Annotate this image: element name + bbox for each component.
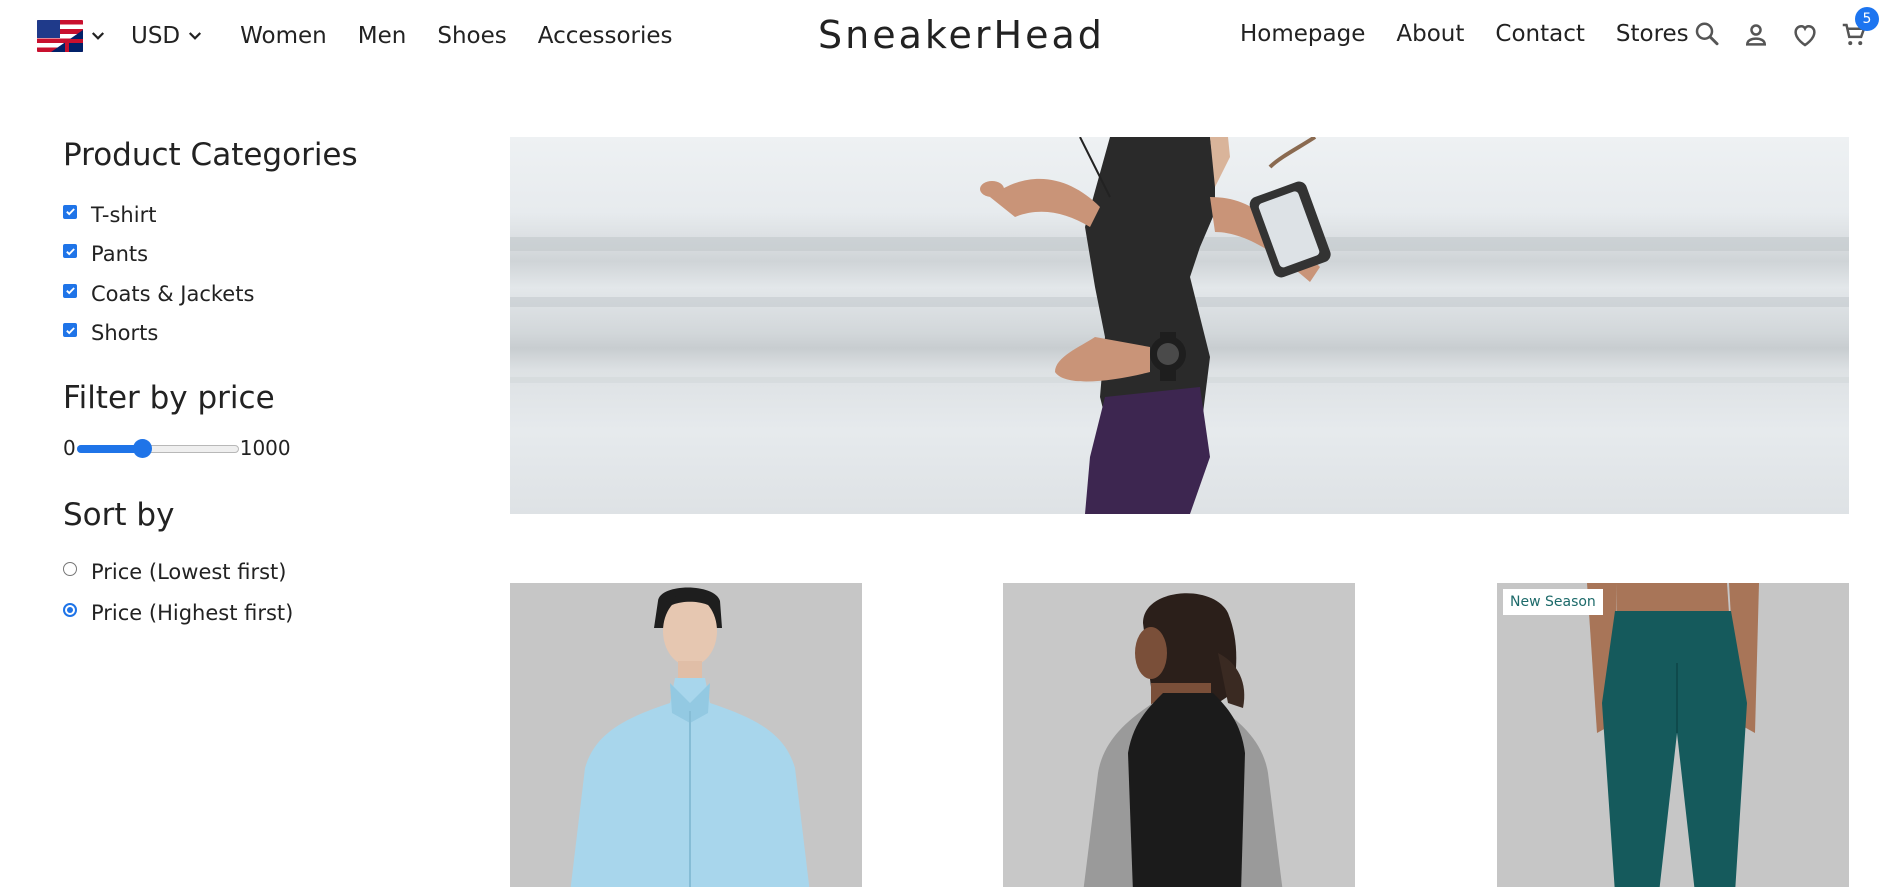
hero-banner-image (510, 137, 1849, 514)
cart-icon[interactable]: 5 (1839, 7, 1879, 50)
radio-selected[interactable] (63, 602, 77, 617)
nav-link-about[interactable]: About (1396, 21, 1464, 47)
language-selector[interactable] (37, 20, 107, 52)
nav-link-contact[interactable]: Contact (1495, 21, 1584, 47)
new-season-tag: New Season (1503, 589, 1603, 615)
sort-option-label: Price (Highest first) (91, 600, 294, 625)
radio-unselected[interactable] (63, 561, 77, 576)
running-woman-illustration (510, 137, 1849, 514)
product-grid: New Season (510, 583, 1849, 887)
checkbox-checked[interactable] (63, 244, 77, 259)
chevron-down-icon (91, 32, 105, 40)
checkbox-checked[interactable] (63, 204, 77, 219)
category-item-tshirt[interactable]: T-shirt (63, 195, 443, 235)
price-filter-title: Filter by price (63, 380, 275, 416)
checkbox-checked[interactable] (63, 283, 77, 298)
price-range-slider[interactable] (76, 438, 239, 458)
price-slider-row: 0 1000 (63, 436, 443, 460)
sort-options: Price (Lowest first) Price (Highest firs… (63, 551, 443, 633)
heart-icon[interactable] (1790, 20, 1820, 50)
sort-option-highest[interactable]: Price (Highest first) (63, 592, 443, 633)
sort-option-lowest[interactable]: Price (Lowest first) (63, 551, 443, 592)
category-nav: Women Men Shoes Accessories (240, 23, 672, 49)
category-label: T-shirt (91, 202, 157, 227)
chevron-down-icon (189, 32, 202, 40)
categories-title: Product Categories (63, 137, 358, 173)
filter-sidebar: Product Categories T-shirt Pants Coats &… (63, 137, 443, 633)
product-image-light-blue-jacket (510, 583, 862, 887)
nav-left: USD Women Men Shoes Accessories (37, 17, 673, 55)
price-filter: Filter by price 0 1000 (63, 380, 443, 460)
account-icon[interactable] (1741, 20, 1771, 50)
currency-label: USD (131, 23, 181, 49)
product-card[interactable] (1003, 583, 1355, 887)
header-icons: 5 (1692, 7, 1879, 50)
product-card[interactable] (510, 583, 862, 887)
category-label: Coats & Jackets (91, 281, 255, 306)
slider-handle[interactable] (132, 439, 152, 458)
cart-count-badge: 5 (1855, 7, 1879, 31)
price-min-label: 0 (63, 436, 76, 460)
product-image-black-vest (1003, 583, 1355, 887)
nav-link-homepage[interactable]: Homepage (1240, 21, 1365, 47)
product-image-teal-leggings (1497, 583, 1849, 887)
top-navbar: USD Women Men Shoes Accessories SneakerH… (0, 0, 1899, 72)
category-item-shorts[interactable]: Shorts (63, 314, 443, 354)
brand-logo[interactable]: SneakerHead (818, 13, 1105, 57)
category-item-pants[interactable]: Pants (63, 235, 443, 275)
category-list: T-shirt Pants Coats & Jackets Shorts (63, 195, 443, 353)
sort-title: Sort by (63, 497, 175, 533)
nav-link-men[interactable]: Men (358, 23, 407, 49)
product-card[interactable]: New Season (1497, 583, 1849, 887)
category-label: Shorts (91, 321, 159, 346)
nav-link-women[interactable]: Women (240, 23, 327, 49)
category-label: Pants (91, 242, 149, 267)
nav-link-stores[interactable]: Stores (1616, 21, 1689, 47)
us-uk-flag-icon (37, 20, 83, 52)
currency-selector[interactable]: USD (131, 23, 204, 49)
nav-link-accessories[interactable]: Accessories (538, 23, 673, 49)
site-nav: Homepage About Contact Stores (1240, 21, 1689, 47)
checkbox-checked[interactable] (63, 323, 77, 338)
search-icon[interactable] (1692, 20, 1722, 50)
sort-section: Sort by Price (Lowest first) Price (High… (63, 497, 443, 633)
slider-fill (76, 445, 142, 453)
sort-option-label: Price (Lowest first) (91, 559, 287, 584)
price-max-label: 1000 (239, 436, 291, 460)
nav-link-shoes[interactable]: Shoes (437, 23, 506, 49)
category-item-coats-jackets[interactable]: Coats & Jackets (63, 274, 443, 314)
